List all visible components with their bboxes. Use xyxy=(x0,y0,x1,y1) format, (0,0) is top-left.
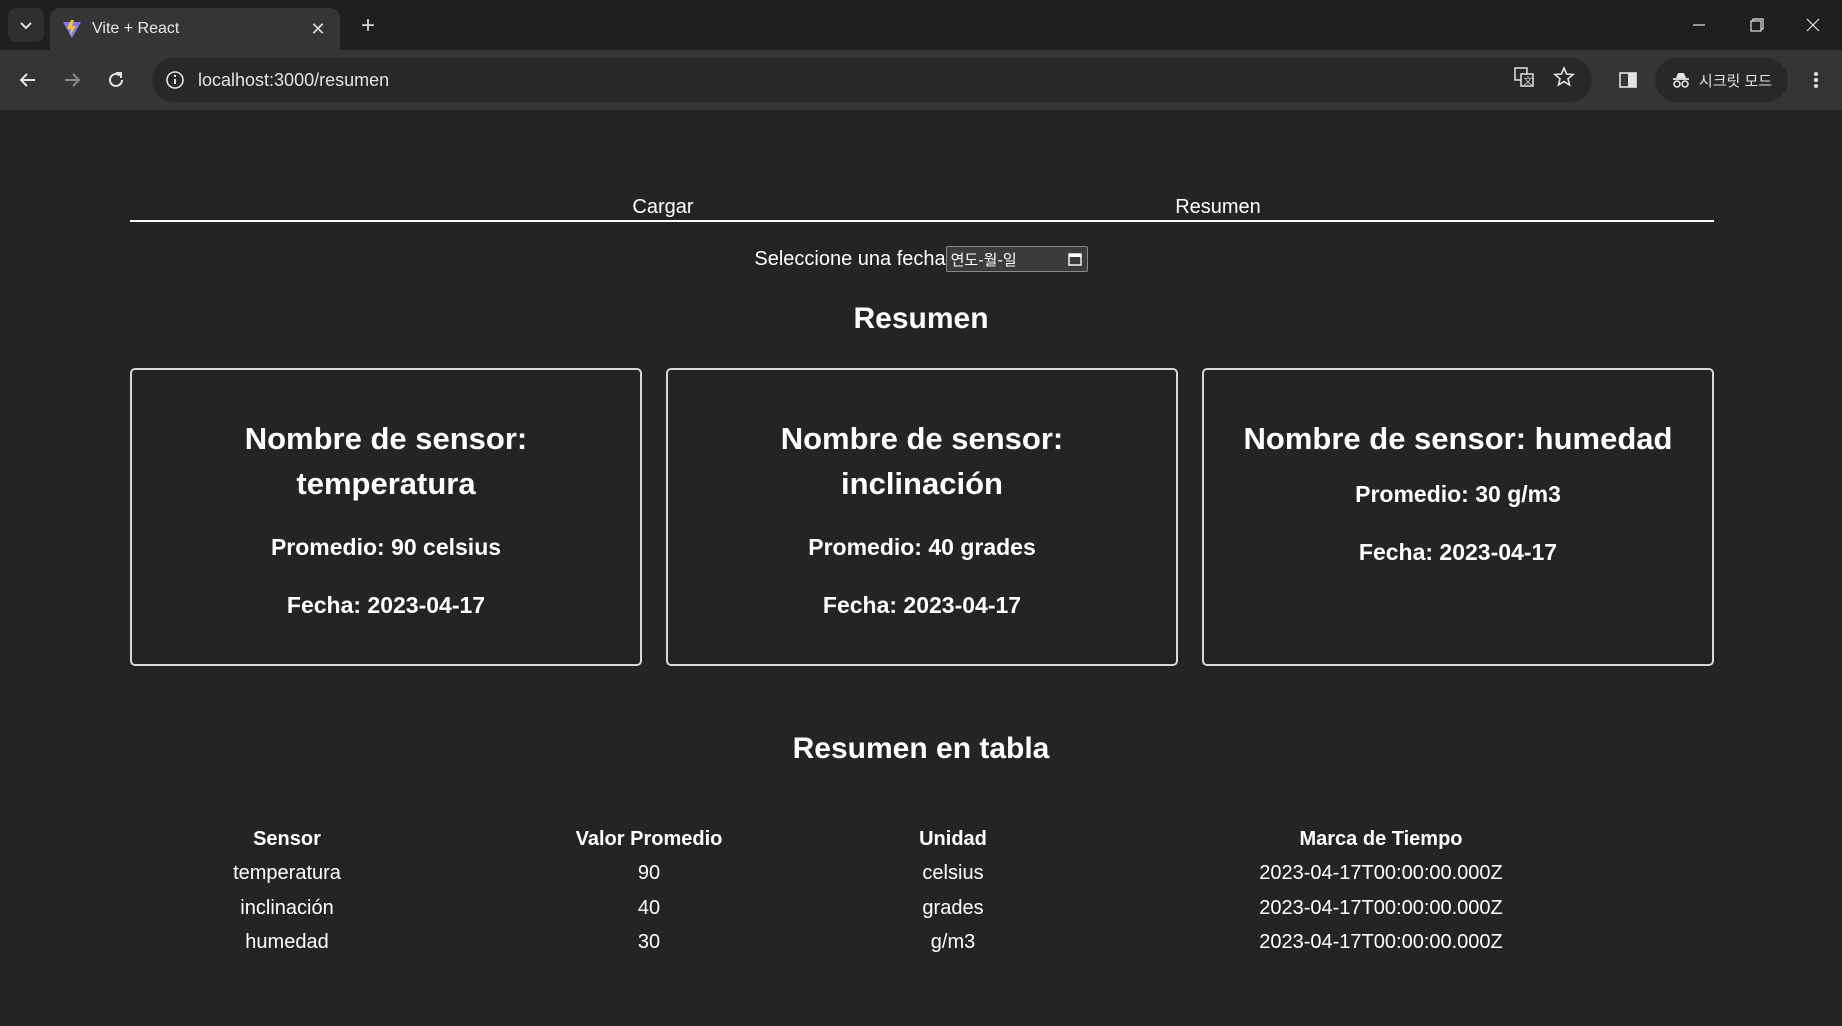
sensor-card: Nombre de sensor: humedad Promedio: 30 g… xyxy=(1202,368,1714,666)
table-cell: 40 xyxy=(637,897,661,919)
side-panel-icon[interactable] xyxy=(1612,64,1644,96)
browser-tab[interactable]: Vite + React ✕ xyxy=(50,8,340,50)
browser-titlebar: Vite + React ✕ + xyxy=(0,0,1842,50)
table-header: Sensor xyxy=(253,828,321,850)
table-title: Resumen en tabla xyxy=(792,732,1050,765)
table-cell: celsius xyxy=(922,862,984,884)
table-cell: g/m3 xyxy=(930,931,976,953)
date-input[interactable]: 연도-월-일 xyxy=(945,246,1088,272)
star-icon[interactable] xyxy=(1550,63,1578,91)
card-title: Nombre de sensor: inclinación xyxy=(780,421,1064,501)
tab-list-button[interactable] xyxy=(8,8,44,42)
table-cell: 30 xyxy=(637,931,661,953)
table-cell: 2023-04-17T00:00:00.000Z xyxy=(1259,862,1503,884)
calendar-icon[interactable] xyxy=(1067,251,1083,267)
tab-list-icon xyxy=(20,22,32,30)
table-cell: inclinación xyxy=(240,897,334,919)
table-cell: 2023-04-17T00:00:00.000Z xyxy=(1259,931,1503,953)
card-fecha: Fecha: 2023-04-17 xyxy=(286,592,486,618)
card-promedio: Promedio: 90 celsius xyxy=(270,534,502,560)
nav-link-resumen[interactable]: Resumen xyxy=(1175,196,1261,219)
minimize-icon[interactable] xyxy=(1674,8,1724,42)
browser-toolbar: localhost:3000/resumen 文 시크릿 모드 xyxy=(0,50,1842,110)
card-promedio: Promedio: 40 grades xyxy=(808,534,1036,560)
tab-title: Vite + React xyxy=(92,20,180,37)
address-bar[interactable]: localhost:3000/resumen xyxy=(152,58,1592,102)
date-filter-label: Seleccione una fecha xyxy=(754,247,946,270)
forward-arrow-icon[interactable] xyxy=(56,64,88,96)
restore-icon[interactable] xyxy=(1732,8,1782,42)
date-input-placeholder: 연도-월-일 xyxy=(950,250,1017,269)
kebab-menu-icon[interactable] xyxy=(1800,64,1832,96)
incognito-icon xyxy=(1672,73,1689,88)
table-header: Marca de Tiempo xyxy=(1299,828,1463,850)
table-header: Unidad xyxy=(919,828,987,850)
card-fecha: Fecha: 2023-04-17 xyxy=(1358,539,1558,565)
table-cell: temperatura xyxy=(233,862,341,884)
incognito-label: 시크릿 모드 xyxy=(1698,72,1773,90)
table-cell: 90 xyxy=(637,862,661,884)
nav-link-cargar[interactable]: Cargar xyxy=(632,196,693,219)
back-arrow-icon[interactable] xyxy=(12,64,44,96)
page-title: Resumen xyxy=(853,302,989,335)
date-filter: Seleccione una fecha 연도-월-일 xyxy=(0,246,1842,272)
table-cell: 2023-04-17T00:00:00.000Z xyxy=(1259,897,1503,919)
close-icon[interactable]: ✕ xyxy=(308,19,328,39)
top-navbar: Cargar Resumen xyxy=(130,192,1714,222)
sensor-card: Nombre de sensor: temperatura Promedio: … xyxy=(130,368,642,666)
table-cell: grades xyxy=(922,897,984,919)
card-title: Nombre de sensor: humedad xyxy=(1243,421,1673,456)
sensor-card: Nombre de sensor: inclinación Promedio: … xyxy=(666,368,1178,666)
card-fecha: Fecha: 2023-04-17 xyxy=(822,592,1022,618)
table-header: Valor Promedio xyxy=(575,828,723,850)
url-text: localhost:3000/resumen xyxy=(198,69,390,90)
window-close-icon[interactable] xyxy=(1788,8,1838,42)
svg-text:文: 文 xyxy=(1524,75,1533,87)
table-cell: humedad xyxy=(245,931,329,953)
card-title: Nombre de sensor: temperatura xyxy=(244,421,528,501)
site-info-icon[interactable] xyxy=(162,67,188,93)
vite-logo-icon xyxy=(63,20,81,38)
reload-icon[interactable] xyxy=(100,64,132,96)
page-content: Cargar Resumen Seleccione una fecha 연도-월… xyxy=(0,110,1842,1026)
incognito-badge[interactable]: 시크릿 모드 xyxy=(1655,58,1788,102)
plus-icon[interactable]: + xyxy=(354,12,382,40)
card-promedio: Promedio: 30 g/m3 xyxy=(1355,481,1561,507)
translate-icon[interactable]: 文 xyxy=(1510,63,1538,91)
